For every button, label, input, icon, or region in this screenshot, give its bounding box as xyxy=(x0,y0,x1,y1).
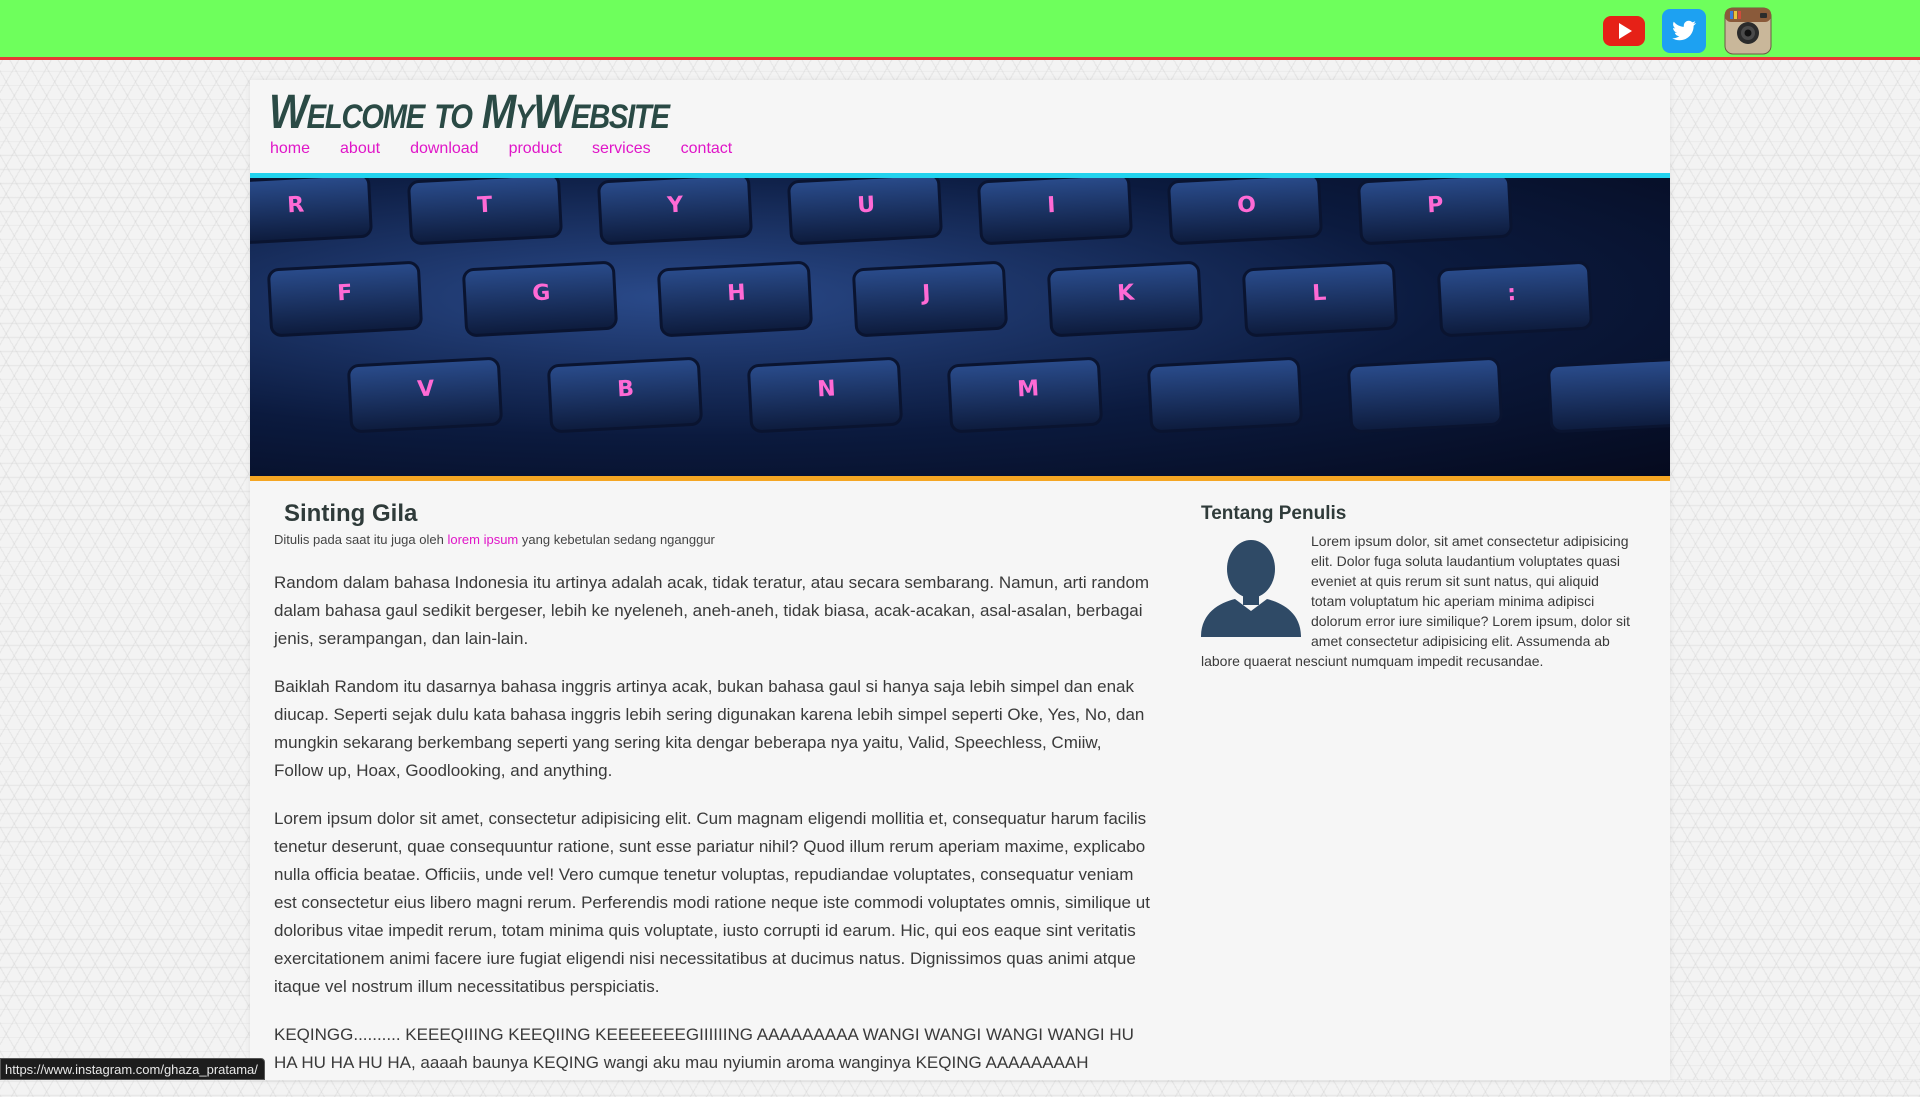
post-paragraph: Lorem ipsum dolor sit amet, consectetur … xyxy=(274,809,1150,996)
keycap: F xyxy=(267,261,423,337)
nav-about[interactable]: about xyxy=(340,140,380,158)
keycap-label: F xyxy=(337,281,353,307)
keycap-label: N xyxy=(817,376,837,402)
keycap: O xyxy=(1167,178,1323,245)
keycap: P xyxy=(1357,178,1513,245)
keycap: : xyxy=(1437,261,1593,337)
keycap-label: L xyxy=(1312,281,1327,307)
keycap-label: K xyxy=(1117,280,1136,306)
keycap-label: R xyxy=(287,193,305,219)
twitter-icon[interactable] xyxy=(1662,9,1706,53)
keycap-label: B xyxy=(617,377,635,403)
keycap-label: O xyxy=(1237,192,1257,218)
site-header: Welcome to MyWebsite home about download… xyxy=(250,80,1670,173)
keycap xyxy=(1547,357,1670,433)
nav-services[interactable]: services xyxy=(592,140,651,158)
sidebar-title: Tentang Penulis xyxy=(1201,503,1347,524)
keycap-label: U xyxy=(857,192,876,218)
keycap: T xyxy=(407,178,563,245)
keycap-label: H xyxy=(727,280,747,306)
byline-author-link[interactable]: lorem ipsum xyxy=(447,532,518,547)
main-nav: home about download product services con… xyxy=(270,140,762,158)
keycap-label: M xyxy=(1017,376,1040,402)
keycap: H xyxy=(657,261,813,337)
keycap: N xyxy=(747,357,903,433)
keycap xyxy=(1147,357,1303,433)
keycap: B xyxy=(547,357,703,433)
keycap-label: I xyxy=(1047,193,1056,218)
post-byline: Ditulis pada saat itu juga oleh lorem ip… xyxy=(274,532,1154,547)
hero-bottom-border xyxy=(250,476,1670,481)
page-container: Welcome to MyWebsite home about download… xyxy=(250,80,1670,1080)
post-paragraph: KEQINGG.......... KEEEQIIING KEEQIING KE… xyxy=(274,1025,1134,1072)
keycap: L xyxy=(1242,261,1398,337)
site-title: Welcome to MyWebsite xyxy=(269,86,670,139)
instagram-icon[interactable] xyxy=(1724,7,1772,55)
keycap: I xyxy=(977,178,1133,245)
keycap: J xyxy=(852,261,1008,337)
keycap-label: Y xyxy=(666,193,685,219)
keycap-label: : xyxy=(1507,281,1517,306)
nav-download[interactable]: download xyxy=(410,140,479,158)
keycap: U xyxy=(787,178,943,245)
keycap xyxy=(1347,357,1503,433)
nav-contact[interactable]: contact xyxy=(681,140,733,158)
keycap-label: G xyxy=(532,280,551,306)
post-paragraph: Baiklah Random itu dasarnya bahasa inggr… xyxy=(274,677,1145,780)
keycap: G xyxy=(462,261,618,337)
keycap: R xyxy=(250,178,373,245)
keycap-label: V xyxy=(417,377,435,403)
nav-home[interactable]: home xyxy=(270,140,310,158)
hero-banner: R T Y U I O P F G H J K L: V B N M xyxy=(250,178,1670,476)
keycap-label: T xyxy=(477,193,493,219)
post-title: Sinting Gila xyxy=(284,500,418,527)
status-bar-url: https://www.instagram.com/ghaza_pratama/ xyxy=(0,1058,265,1080)
keycap: V xyxy=(347,357,503,433)
top-bar xyxy=(0,0,1920,60)
post-paragraph: Random dalam bahasa Indonesia itu artiny… xyxy=(274,573,1150,648)
keycap: K xyxy=(1047,261,1203,337)
keycap: Y xyxy=(597,178,753,245)
keycap: M xyxy=(947,357,1103,433)
article: Sinting Gila Ditulis pada saat itu juga … xyxy=(274,500,1154,1097)
keycap-label: P xyxy=(1427,193,1444,219)
youtube-icon[interactable] xyxy=(1602,9,1646,53)
keyboard-image: R T Y U I O P F G H J K L: V B N M xyxy=(250,178,1670,433)
byline-suffix: yang kebetulan sedang nganggur xyxy=(521,532,715,547)
nav-product[interactable]: product xyxy=(509,140,562,158)
byline-prefix: Ditulis pada saat itu juga oleh xyxy=(274,532,444,547)
author-avatar-icon xyxy=(1201,540,1301,637)
sidebar-author: Tentang Penulis Lorem ipsum dolor, sit a… xyxy=(1201,503,1631,671)
